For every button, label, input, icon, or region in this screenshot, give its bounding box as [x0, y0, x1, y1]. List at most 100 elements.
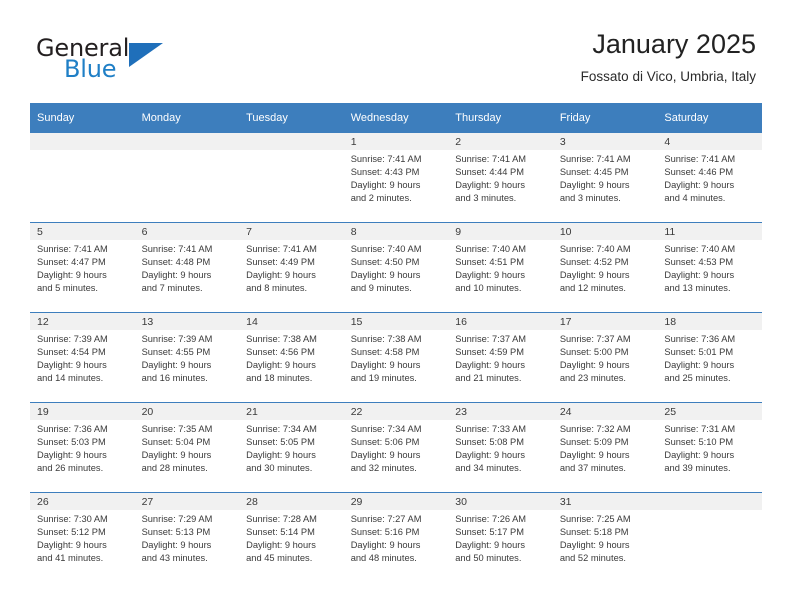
day-sun-info: Sunrise: 7:39 AM Sunset: 4:54 PM Daylight:… [30, 330, 135, 385]
day-number: 22 [343, 403, 449, 420]
sunset-text: Sunset: 4:59 PM [455, 347, 524, 358]
sunset-text: Sunset: 4:44 PM [455, 167, 524, 178]
sunrise-text: Sunrise: 7:34 AM [350, 424, 422, 434]
sunrise-text: Sunrise: 7:40 AM [559, 244, 631, 254]
weekday-header-friday: Friday [552, 103, 658, 133]
day-number: 9 [448, 223, 553, 240]
daylight-text-line1: Daylight: 9 hours [664, 180, 735, 191]
calendar-day-cell[interactable]: 27 Sunrise: 7:29 AM Sunset: 5:13 PM Dayligh… [134, 492, 240, 582]
calendar-day-cell[interactable]: 16 Sunrise: 7:37 AM Sunset: 4:59 PM Dayligh… [448, 312, 553, 403]
day-cell-inner: 28 Sunrise: 7:28 AM Sunset: 5:14 PM Dayligh… [239, 493, 344, 582]
daylight-text-line1: Daylight: 9 hours [141, 270, 212, 281]
sunrise-text: Sunrise: 7:41 AM [37, 244, 108, 254]
calendar-day-cell[interactable]: 20 Sunrise: 7:35 AM Sunset: 5:04 PM Dayligh… [134, 402, 240, 493]
day-sun-info: Sunrise: 7:40 AM Sunset: 4:53 PM Daylight:… [657, 240, 762, 295]
daylight-text-line2: and 39 minutes. [664, 463, 731, 474]
calendar-day-cell[interactable]: 23 Sunrise: 7:33 AM Sunset: 5:08 PM Dayligh… [448, 402, 553, 493]
calendar-day-cell[interactable]: 25 Sunrise: 7:31 AM Sunset: 5:10 PM Dayligh… [657, 402, 762, 493]
day-sun-info: Sunrise: 7:36 AM Sunset: 5:03 PM Daylight:… [30, 420, 135, 475]
daylight-text-line2: and 9 minutes. [350, 283, 412, 294]
day-number: 3 [552, 133, 658, 150]
day-sun-info: Sunrise: 7:30 AM Sunset: 5:12 PM Daylight:… [30, 510, 135, 565]
calendar-day-cell[interactable]: 2 Sunrise: 7:41 AM Sunset: 4:44 PM Daylight… [448, 132, 553, 223]
logo-triangle-icon [129, 43, 163, 67]
calendar-day-cell[interactable]: 5 Sunrise: 7:41 AM Sunset: 4:47 PM Daylight… [30, 222, 135, 313]
daylight-text-line2: and 16 minutes. [141, 373, 208, 384]
calendar-day-cell[interactable]: 11 Sunrise: 7:40 AM Sunset: 4:53 PM Dayligh… [657, 222, 762, 313]
calendar-day-cell[interactable]: 1 Sunrise: 7:41 AM Sunset: 4:43 PM Daylight… [343, 132, 449, 223]
daylight-text-line1: Daylight: 9 hours [664, 360, 735, 371]
day-sun-info: Sunrise: 7:37 AM Sunset: 4:59 PM Daylight:… [448, 330, 553, 385]
calendar-day-cell[interactable]: 18 Sunrise: 7:36 AM Sunset: 5:01 PM Dayligh… [657, 312, 762, 403]
calendar-day-cell[interactable]: 26 Sunrise: 7:30 AM Sunset: 5:12 PM Dayligh… [30, 492, 135, 582]
day-sun-info: Sunrise: 7:33 AM Sunset: 5:08 PM Daylight:… [448, 420, 553, 475]
sunrise-text: Sunrise: 7:26 AM [455, 514, 527, 524]
day-number: 17 [552, 313, 658, 330]
calendar-day-cell[interactable]: 19 Sunrise: 7:36 AM Sunset: 5:03 PM Dayligh… [30, 402, 135, 493]
daylight-text-line1: Daylight: 9 hours [559, 360, 630, 371]
calendar-day-cell[interactable]: 6 Sunrise: 7:41 AM Sunset: 4:48 PM Daylight… [134, 222, 240, 313]
sunrise-text: Sunrise: 7:39 AM [141, 334, 213, 344]
day-sun-info: Sunrise: 7:41 AM Sunset: 4:46 PM Daylight:… [657, 150, 762, 205]
sunset-text: Sunset: 5:04 PM [141, 437, 211, 448]
calendar-day-cell[interactable]: 12 Sunrise: 7:39 AM Sunset: 4:54 PM Dayligh… [30, 312, 135, 403]
day-number: 7 [239, 223, 344, 240]
day-number: 14 [239, 313, 344, 330]
daylight-text-line2: and 50 minutes. [455, 553, 522, 564]
calendar-week-row: 26 Sunrise: 7:30 AM Sunset: 5:12 PM Dayligh… [30, 492, 762, 582]
calendar-body: 1 Sunrise: 7:41 AM Sunset: 4:43 PM Daylight… [30, 132, 762, 582]
sunrise-text: Sunrise: 7:41 AM [350, 154, 422, 164]
calendar-day-cell[interactable]: 8 Sunrise: 7:40 AM Sunset: 4:50 PM Daylight… [343, 222, 449, 313]
daylight-text-line1: Daylight: 9 hours [246, 540, 316, 551]
calendar-header-row: Sunday Monday Tuesday Wednesday Thursday… [30, 103, 762, 133]
sunset-text: Sunset: 5:09 PM [559, 437, 629, 448]
sunrise-text: Sunrise: 7:40 AM [455, 244, 527, 254]
day-number [30, 133, 135, 150]
daylight-text-line2: and 3 minutes. [559, 193, 621, 204]
day-sun-info: Sunrise: 7:41 AM Sunset: 4:43 PM Daylight:… [344, 150, 449, 205]
sunrise-text: Sunrise: 7:37 AM [455, 334, 527, 344]
day-cell-inner: 21 Sunrise: 7:34 AM Sunset: 5:05 PM Dayligh… [239, 403, 344, 492]
day-cell-inner: 29 Sunrise: 7:27 AM Sunset: 5:16 PM Dayligh… [343, 493, 449, 582]
sunset-text: Sunset: 5:08 PM [455, 437, 524, 448]
calendar-day-cell[interactable]: 22 Sunrise: 7:34 AM Sunset: 5:06 PM Dayligh… [343, 402, 449, 493]
day-cell-inner: 9 Sunrise: 7:40 AM Sunset: 4:51 PM Daylight… [448, 223, 553, 312]
calendar-day-cell[interactable]: 4 Sunrise: 7:41 AM Sunset: 4:46 PM Daylight… [657, 132, 762, 223]
daylight-text-line1: Daylight: 9 hours [141, 450, 212, 461]
calendar-day-cell[interactable]: 14 Sunrise: 7:38 AM Sunset: 4:56 PM Dayligh… [239, 312, 344, 403]
daylight-text-line2: and 21 minutes. [455, 373, 522, 384]
calendar-day-cell[interactable]: 29 Sunrise: 7:27 AM Sunset: 5:16 PM Dayligh… [343, 492, 449, 582]
calendar-day-cell[interactable]: 31 Sunrise: 7:25 AM Sunset: 5:18 PM Dayligh… [552, 492, 658, 582]
sunset-text: Sunset: 5:03 PM [37, 437, 106, 448]
daylight-text-line2: and 26 minutes. [37, 463, 104, 474]
day-number [239, 133, 344, 150]
day-cell-inner: 19 Sunrise: 7:36 AM Sunset: 5:03 PM Dayligh… [30, 403, 135, 492]
calendar-day-cell[interactable]: 24 Sunrise: 7:32 AM Sunset: 5:09 PM Dayligh… [552, 402, 658, 493]
calendar-day-cell[interactable]: 15 Sunrise: 7:38 AM Sunset: 4:58 PM Dayligh… [343, 312, 449, 403]
day-cell-inner [657, 493, 762, 582]
sunset-text: Sunset: 5:16 PM [350, 527, 420, 538]
day-number: 16 [448, 313, 553, 330]
calendar-day-cell[interactable]: 21 Sunrise: 7:34 AM Sunset: 5:05 PM Dayligh… [239, 402, 344, 493]
calendar-day-cell[interactable]: 28 Sunrise: 7:28 AM Sunset: 5:14 PM Dayligh… [239, 492, 344, 582]
sunrise-text: Sunrise: 7:41 AM [141, 244, 213, 254]
calendar-day-cell[interactable]: 7 Sunrise: 7:41 AM Sunset: 4:49 PM Daylight… [239, 222, 344, 313]
calendar-day-cell[interactable]: 13 Sunrise: 7:39 AM Sunset: 4:55 PM Dayligh… [134, 312, 240, 403]
sunrise-text: Sunrise: 7:36 AM [37, 424, 108, 434]
calendar-day-cell[interactable]: 3 Sunrise: 7:41 AM Sunset: 4:45 PM Daylight… [552, 132, 658, 223]
day-number: 1 [343, 133, 449, 150]
daylight-text-line2: and 19 minutes. [350, 373, 417, 384]
sunrise-text: Sunrise: 7:34 AM [246, 424, 317, 434]
day-cell-inner: 14 Sunrise: 7:38 AM Sunset: 4:56 PM Dayligh… [239, 313, 344, 402]
calendar-day-cell[interactable]: 9 Sunrise: 7:40 AM Sunset: 4:51 PM Daylight… [448, 222, 553, 313]
calendar-day-cell[interactable]: 10 Sunrise: 7:40 AM Sunset: 4:52 PM Dayligh… [552, 222, 658, 313]
daylight-text-line1: Daylight: 9 hours [350, 360, 421, 371]
daylight-text-line1: Daylight: 9 hours [350, 540, 421, 551]
sunset-text: Sunset: 4:43 PM [350, 167, 420, 178]
calendar-day-cell[interactable]: 17 Sunrise: 7:37 AM Sunset: 5:00 PM Dayligh… [552, 312, 658, 403]
daylight-text-line2: and 45 minutes. [246, 553, 313, 564]
daylight-text-line1: Daylight: 9 hours [559, 540, 630, 551]
calendar-day-cell[interactable]: 30 Sunrise: 7:26 AM Sunset: 5:17 PM Dayligh… [448, 492, 553, 582]
calendar-week-row: 12 Sunrise: 7:39 AM Sunset: 4:54 PM Dayligh… [30, 312, 762, 403]
day-sun-info: Sunrise: 7:28 AM Sunset: 5:14 PM Daylight:… [239, 510, 344, 565]
